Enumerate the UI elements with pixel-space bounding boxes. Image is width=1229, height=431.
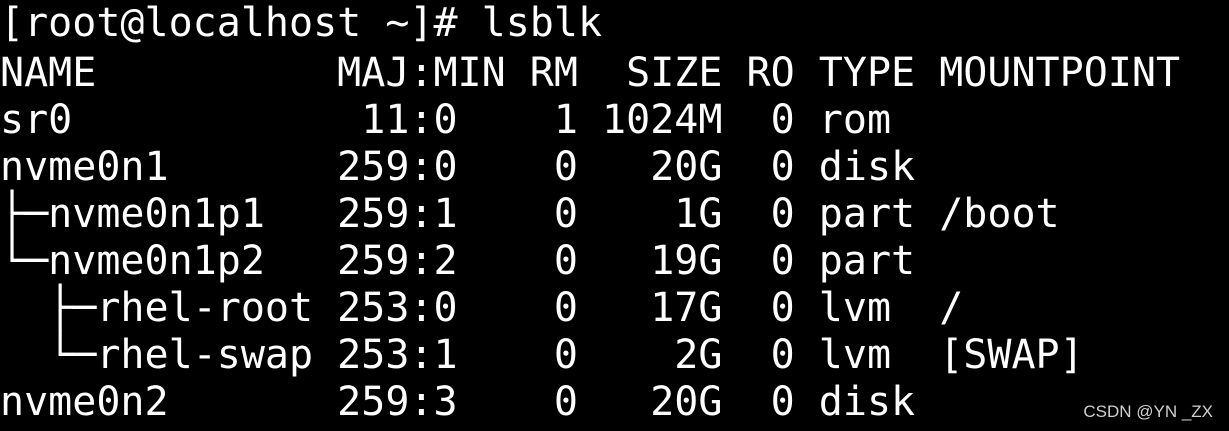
lsblk-row-nvme0n1p2: └─nvme0n1p2 259:2 0 19G 0 part: [0, 238, 916, 284]
lsblk-row-nvme0n2: nvme0n2 259:3 0 20G 0 disk: [0, 379, 916, 425]
terminal-window[interactable]: [root@localhost ~]# lsblk NAME MAJ:MIN R…: [0, 0, 1229, 431]
lsblk-row-rhel-swap: └─rhel-swap 253:1 0 2G 0 lvm [SWAP]: [0, 332, 1084, 378]
csdn-watermark: CSDN @YN _ZX: [1083, 402, 1213, 421]
lsblk-header-row: NAME MAJ:MIN RM SIZE RO TYPE MOUNTPOINT: [0, 50, 1181, 96]
lsblk-row-sr0: sr0 11:0 1 1024M 0 rom: [0, 97, 892, 143]
lsblk-row-nvme0n1: nvme0n1 259:0 0 20G 0 disk: [0, 144, 916, 190]
lsblk-row-rhel-root: ├─rhel-root 253:0 0 17G 0 lvm /: [0, 285, 964, 331]
lsblk-row-nvme0n1p1: ├─nvme0n1p1 259:1 0 1G 0 part /boot: [0, 191, 1060, 237]
command-prompt-line: [root@localhost ~]# lsblk: [0, 0, 603, 46]
